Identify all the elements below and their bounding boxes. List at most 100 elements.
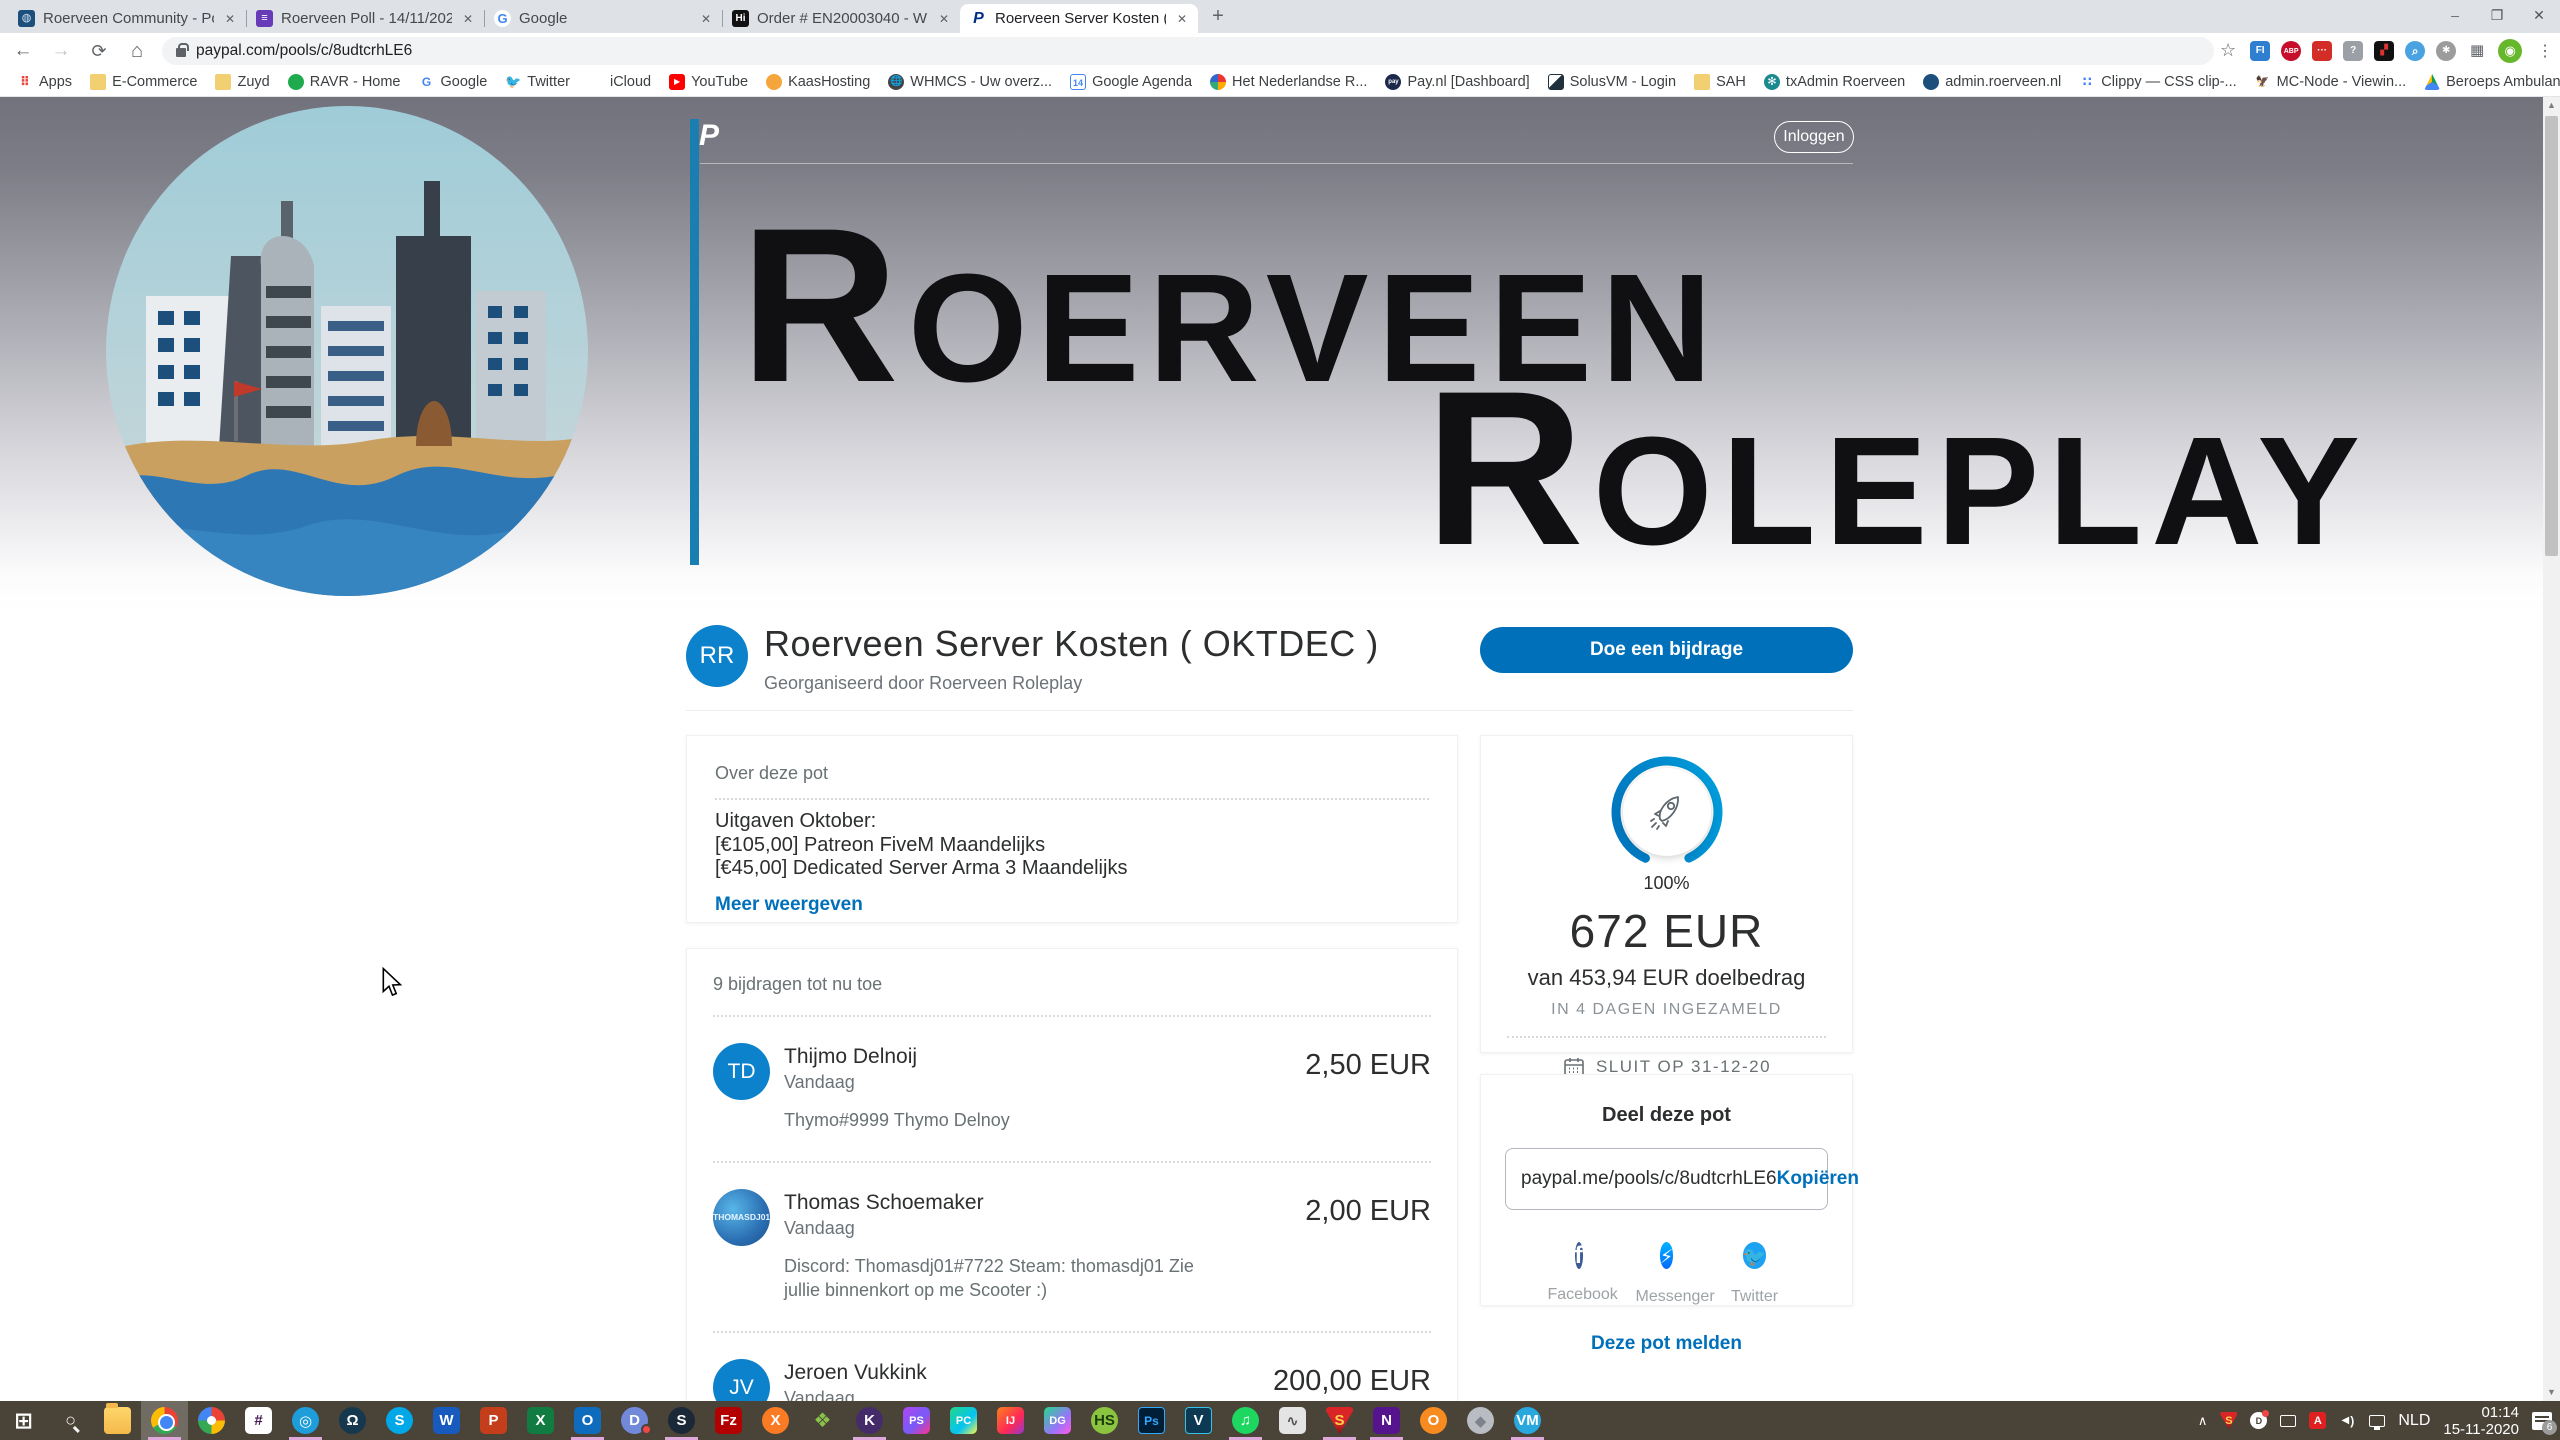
skype-icon[interactable]: S — [386, 1407, 413, 1434]
heidisql-icon[interactable]: HS — [1091, 1407, 1118, 1434]
xampp-icon[interactable]: X — [762, 1407, 789, 1434]
taskbar-app[interactable]: ∿ — [1269, 1401, 1316, 1440]
close-icon[interactable] — [698, 11, 714, 27]
chrome-icon[interactable] — [151, 1407, 178, 1434]
taskbar-app[interactable]: Ps — [1128, 1401, 1175, 1440]
adblock-extension-icon[interactable] — [2281, 41, 2301, 61]
bookmark-item[interactable]: MC-Node - Viewin... — [2248, 72, 2413, 92]
bookmark-item[interactable]: Twitter — [498, 72, 577, 92]
share-link-field[interactable]: paypal.me/pools/c/8udtcrhLE6 Kopiëren — [1505, 1148, 1828, 1210]
slack-icon[interactable]: # — [245, 1407, 272, 1434]
steam-icon[interactable]: S — [668, 1407, 695, 1434]
taskbar-app[interactable]: O — [1410, 1401, 1457, 1440]
taskbar-app[interactable]: S — [1316, 1401, 1363, 1440]
profile-avatar[interactable] — [2498, 39, 2522, 63]
bookmark-item[interactable]: Clippy — CSS clip-... — [2072, 72, 2243, 92]
clock[interactable]: 01:14 15-11-2020 — [2443, 1404, 2519, 1438]
antispyware-icon[interactable]: S — [1326, 1407, 1353, 1434]
taskbar-app[interactable] — [141, 1401, 188, 1440]
dark-extension-icon[interactable] — [2374, 41, 2394, 61]
taskbar-app[interactable]: Ω — [329, 1401, 376, 1440]
vmware-icon[interactable]: VM — [1514, 1407, 1541, 1434]
bookmark-star-icon[interactable] — [2220, 40, 2236, 61]
bookmark-item[interactable]: iCloud — [581, 72, 658, 92]
taskbar-app[interactable]: VM — [1504, 1401, 1551, 1440]
bookmark-item[interactable]: Het Nederlandse R... — [1203, 72, 1374, 92]
social-share-button[interactable]: Messenger — [1636, 1233, 1698, 1306]
display-tray-icon[interactable] — [2280, 1415, 2296, 1427]
headset-icon[interactable]: Ω — [339, 1407, 366, 1434]
antispyware-tray-icon[interactable]: S — [2220, 1412, 2237, 1429]
search-extension-icon[interactable] — [2405, 41, 2425, 61]
keyboard-language[interactable]: NLD — [2398, 1412, 2430, 1430]
bookmark-item[interactable]: txAdmin Roerveen — [1757, 72, 1912, 92]
close-icon[interactable] — [1174, 11, 1190, 27]
nzxt-icon[interactable]: N — [1373, 1407, 1400, 1434]
taskbar-app[interactable]: Fz — [705, 1401, 752, 1440]
close-icon[interactable] — [936, 11, 952, 27]
home-button[interactable] — [122, 36, 152, 66]
taskbar-app[interactable] — [799, 1401, 846, 1440]
paypal-logo[interactable]: P — [699, 119, 719, 153]
browser-tab[interactable]: Roerveen Community - Poll - 14/ — [8, 4, 246, 33]
share-link-text[interactable]: paypal.me/pools/c/8udtcrhLE6 — [1521, 1168, 1777, 1190]
login-button[interactable]: Inloggen — [1774, 121, 1854, 153]
bookmark-item[interactable]: Pay.nl [Dashboard] — [1378, 72, 1536, 92]
taskbar-app[interactable]: O — [564, 1401, 611, 1440]
social-icon[interactable] — [1575, 1242, 1583, 1269]
taskbar-app[interactable]: # — [235, 1401, 282, 1440]
taskbar-app[interactable]: DG — [1034, 1401, 1081, 1440]
scrollbar-thumb[interactable] — [2545, 116, 2558, 556]
color-app-icon[interactable] — [809, 1407, 836, 1434]
datagrip-icon[interactable]: DG — [1044, 1407, 1071, 1434]
close-icon[interactable] — [460, 11, 476, 27]
bookmark-item[interactable]: Apps — [10, 72, 79, 92]
filezilla-icon[interactable]: Fz — [715, 1407, 742, 1434]
taskbar-app[interactable] — [188, 1401, 235, 1440]
extensions-puzzle-icon[interactable] — [2467, 41, 2487, 61]
powerpoint-icon[interactable]: P — [480, 1407, 507, 1434]
scroll-up-arrow[interactable] — [2543, 97, 2560, 114]
social-share-button[interactable]: Twitter — [1724, 1233, 1786, 1306]
taskbar-app[interactable]: V — [1175, 1401, 1222, 1440]
bookmark-item[interactable]: KaasHosting — [759, 72, 877, 92]
notification-center-icon[interactable]: 6 — [2532, 1412, 2552, 1430]
word-icon[interactable]: W — [433, 1407, 460, 1434]
gitkraken-icon[interactable]: K — [856, 1407, 883, 1434]
social-icon[interactable] — [1660, 1242, 1673, 1269]
avira-tray-icon[interactable] — [2309, 1412, 2326, 1429]
minimize-button[interactable] — [2434, 0, 2476, 33]
new-tab-button[interactable] — [1204, 3, 1232, 31]
scroll-down-arrow[interactable] — [2543, 1384, 2560, 1401]
social-icon[interactable] — [1743, 1242, 1767, 1269]
show-more-link[interactable]: Meer weergeven — [715, 894, 863, 916]
help-extension-icon[interactable] — [2343, 41, 2363, 61]
url-text[interactable]: paypal.com/pools/c/8udtcrhLE6 — [196, 42, 412, 60]
bookmark-item[interactable]: SolusVM - Login — [1541, 72, 1683, 92]
bookmark-item[interactable]: admin.roerveen.nl — [1916, 72, 2068, 92]
monitor-app-icon[interactable]: ∿ — [1279, 1407, 1306, 1434]
taskbar-app[interactable]: X — [752, 1401, 799, 1440]
gear-extension-icon[interactable] — [2436, 41, 2456, 61]
taskbar-app[interactable]: PC — [940, 1401, 987, 1440]
taskbar-app[interactable]: D — [611, 1401, 658, 1440]
vegas-icon[interactable]: V — [1185, 1407, 1212, 1434]
discord-tray-icon[interactable] — [2250, 1412, 2267, 1429]
bookmark-item[interactable]: SAH — [1687, 72, 1753, 92]
color-wheel-icon[interactable] — [198, 1407, 225, 1434]
taskbar-app[interactable] — [47, 1401, 94, 1440]
browser-tab[interactable]: Order # EN20003040 - Wholesal — [722, 4, 960, 33]
taskbar-app[interactable]: S — [658, 1401, 705, 1440]
taskbar-app[interactable]: ◆ — [1457, 1401, 1504, 1440]
contribute-button[interactable]: Doe een bijdrage — [1480, 627, 1853, 673]
spotify-icon[interactable]: ♫ — [1232, 1407, 1259, 1434]
copy-button[interactable]: Kopiëren — [1777, 1168, 1859, 1190]
pycharm-icon[interactable]: PC — [950, 1407, 977, 1434]
address-bar[interactable]: paypal.com/pools/c/8udtcrhLE6 — [162, 37, 2214, 65]
lastpass-extension-icon[interactable] — [2312, 41, 2332, 61]
taskbar-app[interactable] — [0, 1401, 47, 1440]
taskbar-app[interactable]: PS — [893, 1401, 940, 1440]
search-icon[interactable] — [57, 1407, 84, 1434]
bookmark-item[interactable]: Beroeps Ambulanc... — [2417, 72, 2560, 92]
tray-expand-icon[interactable] — [2198, 1413, 2208, 1429]
